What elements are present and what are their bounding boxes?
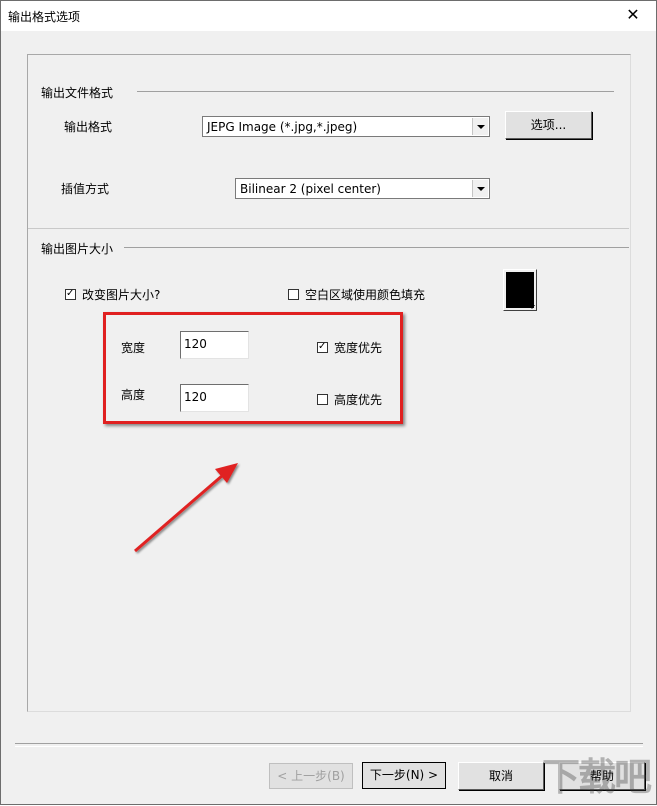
next-button[interactable]: 下一步(N) >: [362, 762, 446, 789]
watermark-logo: 下载吧: [541, 754, 652, 799]
previous-button[interactable]: < 上一步(B): [269, 763, 353, 789]
dialog-window: 输出格式选项 ✕ 输出文件格式 输出格式 JEPG Image (*.jpg,*…: [0, 0, 657, 805]
cancel-button[interactable]: 取消: [458, 762, 544, 790]
annotation-arrow-icon: [134, 463, 238, 553]
